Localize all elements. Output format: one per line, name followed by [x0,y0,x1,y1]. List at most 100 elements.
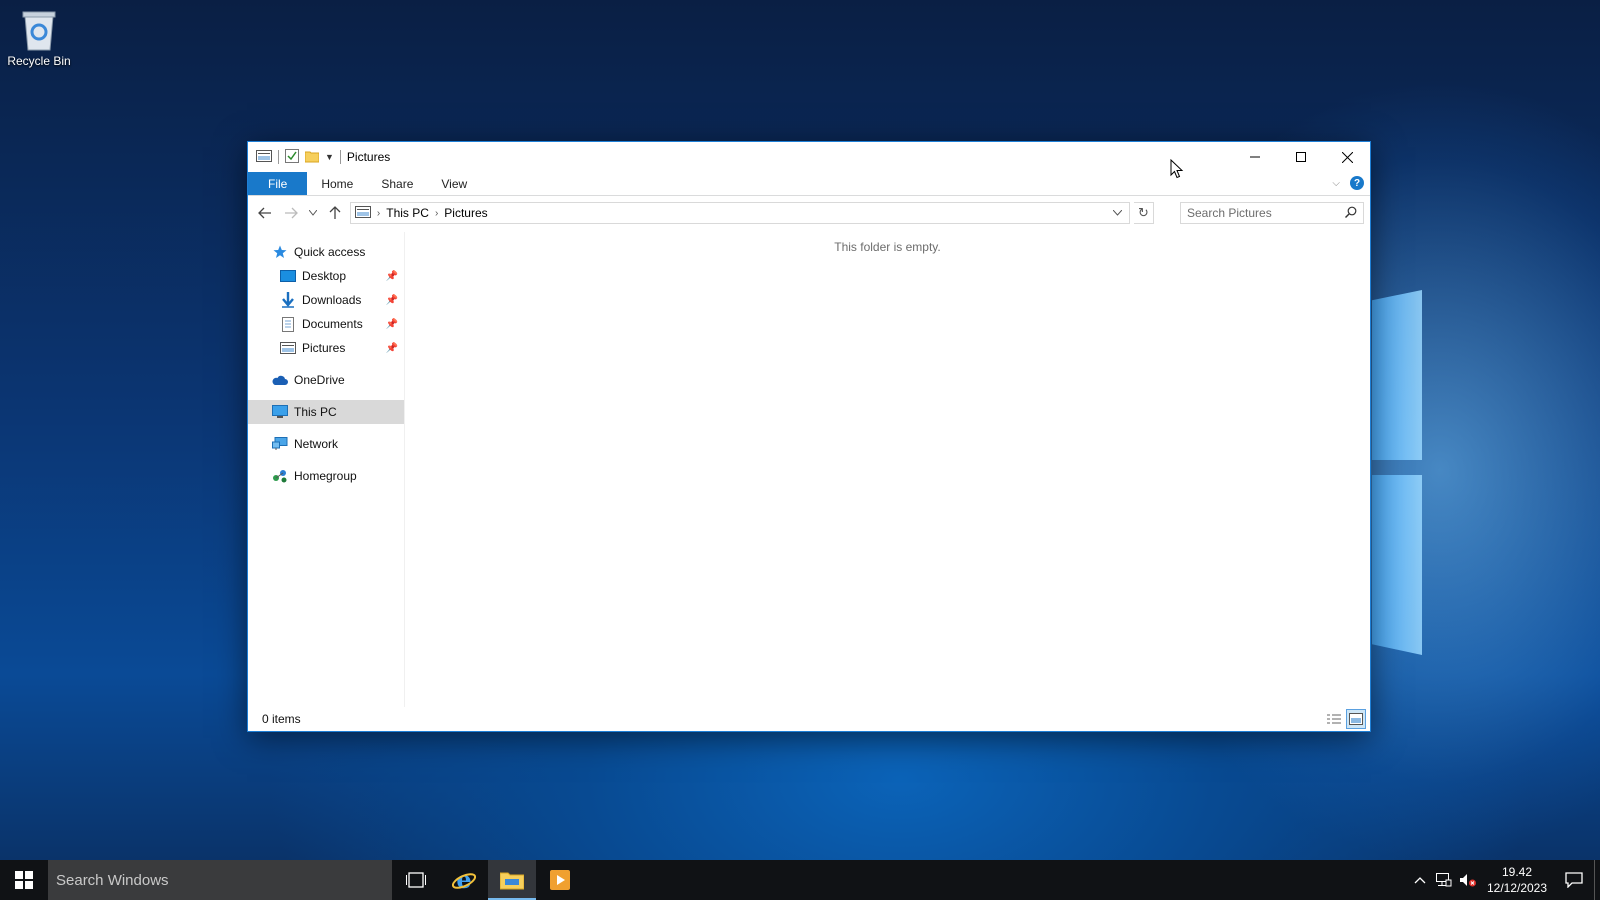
search-input[interactable] [1187,206,1357,220]
windows-logo-icon [15,871,33,889]
nav-quick-access[interactable]: Quick access [248,240,404,264]
volume-muted-icon[interactable] [1456,860,1480,900]
internet-explorer-icon: e [452,868,476,892]
tab-view[interactable]: View [427,172,481,195]
tab-home[interactable]: Home [307,172,367,195]
nav-quick-access-label: Quick access [294,245,366,259]
document-icon [280,316,296,332]
clock[interactable]: 19.42 12/12/2023 [1480,864,1554,896]
nav-documents[interactable]: Documents 📌 [248,312,404,336]
address-bar[interactable]: › This PC › Pictures [349,202,1130,224]
nav-homegroup[interactable]: Homegroup [248,464,404,488]
large-icons-view-button[interactable] [1346,709,1366,729]
nav-documents-label: Documents [302,317,363,331]
nav-pictures-label: Pictures [302,341,346,355]
breadcrumb-separator-icon[interactable]: › [435,208,438,219]
customize-qat-chevron-down-icon[interactable]: ▼ [325,152,334,162]
nav-desktop-label: Desktop [302,269,347,283]
wallpaper-logo-pane [1372,290,1422,460]
nav-network[interactable]: Network [248,432,404,456]
pin-icon[interactable]: 📌 [386,295,398,306]
view-toggle [1324,709,1366,729]
toolbar-separator [278,150,279,164]
title-bar[interactable]: ▼ Pictures [248,142,1370,172]
nav-desktop[interactable]: Desktop 📌 [248,264,404,288]
pictures-icon [280,340,296,356]
search-box[interactable] [1180,202,1364,224]
refresh-button[interactable]: ↻ [1133,202,1154,224]
show-desktop-button[interactable] [1594,860,1600,900]
taskbar-search-input[interactable] [56,871,376,889]
recycle-bin-label: Recycle Bin [7,54,71,68]
nav-this-pc[interactable]: This PC [248,400,404,424]
window-controls [1232,142,1370,172]
breadcrumb-separator-icon[interactable]: › [377,208,380,219]
help-icon[interactable]: ? [1350,176,1364,190]
breadcrumb-pictures[interactable]: Pictures [444,206,487,220]
pin-icon[interactable]: 📌 [386,319,398,330]
recent-locations-chevron-down-icon[interactable] [306,201,321,225]
nav-homegroup-label: Homegroup [294,469,357,483]
start-button[interactable] [0,860,48,900]
status-bar: 0 items [248,707,1370,731]
action-center-button[interactable] [1554,860,1594,900]
ribbon-tabs: File Home Share View ⌵ ? [248,172,1370,196]
homegroup-icon [272,468,288,484]
mouse-cursor-icon [1170,158,1184,182]
window-menu-icon[interactable] [256,149,272,165]
pin-icon[interactable]: 📌 [386,271,398,282]
breadcrumb-this-pc[interactable]: This PC [386,206,429,220]
system-tray: 19.42 12/12/2023 [1408,860,1600,900]
properties-icon[interactable] [285,148,299,166]
ribbon-right-controls: ⌵ ? [1332,176,1364,190]
navigation-bar: › This PC › Pictures ↻ [248,196,1370,230]
address-history-chevron-down-icon[interactable] [1107,203,1129,223]
file-list-area[interactable]: This folder is empty. [405,232,1370,707]
media-player-icon [550,870,570,890]
nav-this-pc-label: This PC [294,405,337,419]
show-hidden-icons-chevron-up-icon[interactable] [1408,860,1432,900]
nav-downloads[interactable]: Downloads 📌 [248,288,404,312]
desktop-folder-icon [280,268,296,284]
nav-onedrive-label: OneDrive [294,373,345,387]
taskbar-internet-explorer[interactable]: e [440,860,488,900]
star-icon [272,244,288,260]
empty-folder-message: This folder is empty. [834,240,941,254]
taskbar-media-app[interactable] [536,860,584,900]
taskbar-file-explorer[interactable] [488,860,536,900]
taskbar: e 19.42 12/12/2023 [0,860,1600,900]
file-explorer-window: ▼ Pictures File Home Share View ⌵ ? › Th… [247,141,1371,732]
nav-onedrive[interactable]: OneDrive [248,368,404,392]
pin-icon[interactable]: 📌 [386,343,398,354]
tab-share[interactable]: Share [367,172,427,195]
expand-ribbon-chevron-down-icon[interactable]: ⌵ [1332,178,1340,189]
forward-button[interactable] [280,201,302,225]
notification-icon [1565,872,1583,888]
minimize-button[interactable] [1232,142,1278,172]
clock-time: 19.42 [1501,865,1533,879]
network-icon [272,436,288,452]
new-folder-icon[interactable] [304,149,320,166]
close-button[interactable] [1324,142,1370,172]
toolbar-separator [339,150,341,164]
maximize-button[interactable] [1278,142,1324,172]
window-body: Quick access Desktop 📌 Downloads 📌 Docum… [248,232,1370,707]
details-view-button[interactable] [1324,709,1344,729]
task-view-button[interactable] [392,860,440,900]
recycle-bin-desktop-icon[interactable]: Recycle Bin [4,8,74,68]
window-title: Pictures [346,150,391,164]
clock-date: 12/12/2023 [1486,881,1548,895]
download-arrow-icon [280,292,296,308]
taskbar-search-box[interactable] [48,860,392,900]
nav-network-label: Network [294,437,339,451]
tab-file[interactable]: File [248,172,308,195]
network-status-icon[interactable] [1432,860,1456,900]
back-button[interactable] [254,201,276,225]
nav-downloads-label: Downloads [302,293,362,307]
search-icon[interactable] [1345,206,1357,221]
pictures-location-icon [354,205,371,221]
quick-access-toolbar: ▼ [248,148,341,166]
nav-pictures[interactable]: Pictures 📌 [248,336,404,360]
computer-icon [272,404,288,420]
up-button[interactable] [324,201,346,225]
